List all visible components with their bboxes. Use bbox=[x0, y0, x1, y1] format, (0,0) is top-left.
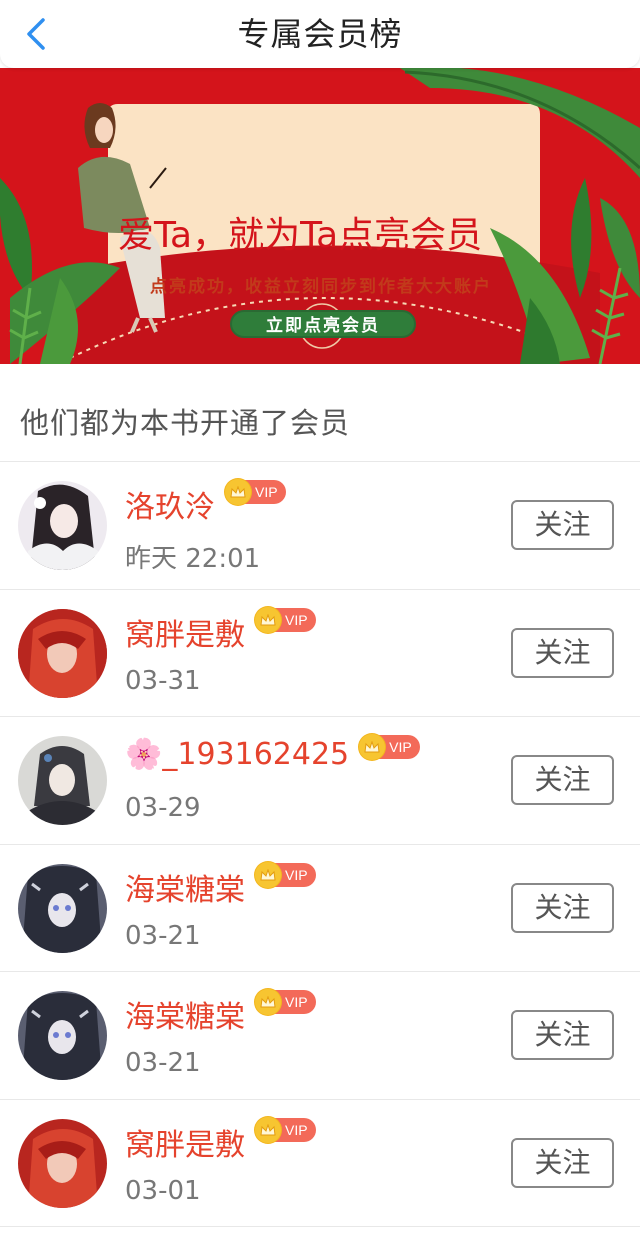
member-name[interactable]: 洛玖泠 VIP bbox=[125, 479, 286, 526]
avatar[interactable] bbox=[18, 736, 107, 825]
member-time: 03-21 bbox=[125, 1048, 201, 1078]
follow-button[interactable]: 关注 bbox=[511, 627, 614, 678]
list-item[interactable]: 洛玖泠 VIP 昨天 22:01 关注 bbox=[0, 462, 640, 590]
member-time: 03-29 bbox=[125, 793, 201, 823]
banner-title: 爱Ta，就为Ta点亮会员 bbox=[118, 215, 483, 256]
crown-icon bbox=[255, 861, 281, 888]
avatar[interactable] bbox=[18, 481, 107, 570]
list-item[interactable]: 海棠糖棠 VIP 03-21 关注 bbox=[0, 845, 640, 972]
list-item[interactable]: 海棠糖棠 VIP 03-21 关注 bbox=[0, 972, 640, 1100]
member-name[interactable]: 🌸_193162425 VIP bbox=[125, 734, 420, 772]
follow-button[interactable]: 关注 bbox=[511, 500, 614, 550]
avatar[interactable] bbox=[18, 608, 107, 698]
list-item[interactable]: 窝胖是敷 VIP 03-01 关注 bbox=[0, 1100, 640, 1227]
member-time: 03-31 bbox=[125, 665, 201, 696]
member-time: 03-21 bbox=[125, 920, 201, 951]
list-item[interactable]: 窝胖是敷 VIP 03-31 关注 bbox=[0, 590, 640, 717]
follow-button[interactable]: 关注 bbox=[511, 755, 614, 805]
crown-icon bbox=[255, 606, 281, 633]
follow-button[interactable]: 关注 bbox=[511, 1137, 614, 1188]
vip-badge: VIP bbox=[255, 861, 316, 888]
light-up-membership-button[interactable]: 立即点亮会员 bbox=[230, 310, 416, 338]
follow-button[interactable]: 关注 bbox=[511, 1010, 614, 1060]
member-time: 昨天 22:01 bbox=[125, 544, 261, 574]
crown-icon bbox=[255, 989, 281, 1015]
page-title: 专属会员榜 bbox=[237, 15, 403, 53]
vip-badge: VIP bbox=[255, 989, 316, 1015]
avatar[interactable] bbox=[18, 991, 107, 1080]
vip-badge: VIP bbox=[359, 734, 420, 760]
follow-button[interactable]: 关注 bbox=[511, 882, 614, 933]
member-time: 03-01 bbox=[125, 1175, 201, 1206]
avatar[interactable] bbox=[18, 863, 107, 953]
member-name[interactable]: 窝胖是敷 VIP bbox=[125, 606, 316, 654]
member-name[interactable]: 海棠糖棠 VIP bbox=[125, 989, 316, 1036]
avatar[interactable] bbox=[18, 1118, 107, 1208]
section-title: 他们都为本书开通了会员 bbox=[20, 406, 351, 440]
list-item[interactable]: 🌸_193162425 VIP 03-29 关注 bbox=[0, 717, 640, 845]
promo-banner[interactable]: 爱Ta，就为Ta点亮会员 点亮成功，收益立刻同步到作者大大账户 立即点亮会员 bbox=[0, 68, 640, 364]
crown-icon bbox=[225, 479, 251, 505]
vip-badge: VIP bbox=[225, 479, 286, 505]
vip-badge: VIP bbox=[255, 606, 316, 633]
crown-icon bbox=[359, 734, 386, 760]
member-name[interactable]: 海棠糖棠 VIP bbox=[125, 861, 316, 909]
vip-badge: VIP bbox=[255, 1116, 316, 1143]
nav-bar: 专属会员榜 bbox=[0, 0, 640, 68]
member-name[interactable]: 窝胖是敷 VIP bbox=[125, 1116, 316, 1164]
crown-icon bbox=[255, 1116, 281, 1143]
member-list: 洛玖泠 VIP 昨天 22:01 关注 窝胖是敷 VIP 03-31 关注 🌸_… bbox=[0, 462, 640, 1227]
banner-subtitle: 点亮成功，收益立刻同步到作者大大账户 bbox=[150, 277, 492, 297]
